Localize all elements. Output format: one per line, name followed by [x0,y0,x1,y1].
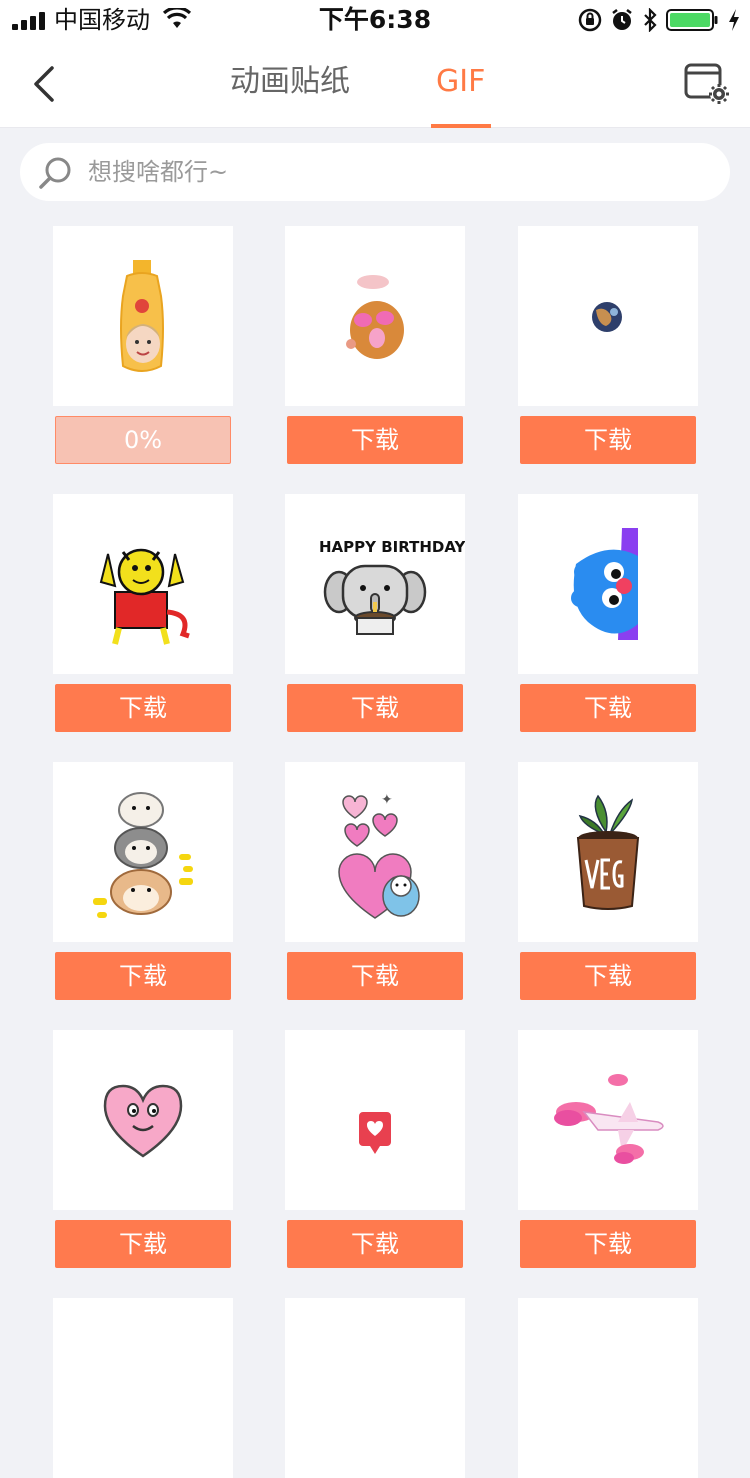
svg-text:HAPPY BIRTHDAY: HAPPY BIRTHDAY [319,538,465,556]
download-button[interactable]: 下载 [55,1220,231,1268]
svg-text:✦: ✦ [381,792,393,808]
sticker-card[interactable] [53,762,233,942]
red-devil-icon [99,548,190,645]
nav-bar: 动画贴纸 GIF [0,40,750,128]
vegan-plant-pot-icon [576,794,640,910]
download-button[interactable]: 下载 [287,952,463,1000]
bluetooth-icon [644,8,657,32]
sticker-card[interactable] [53,1030,233,1210]
sticker-card[interactable] [53,494,233,674]
small-planet-icon [592,302,622,332]
sticker-card[interactable]: HAPPY BIRTHDAY [285,494,465,674]
download-button[interactable]: 下载 [520,952,696,1000]
baby-shampoo-face-icon [120,260,164,372]
search-icon [39,157,71,189]
happy-birthday-elephant-icon: HAPPY BIRTHDAY [319,538,465,635]
active-tab-indicator [431,124,491,128]
stacked-dogs-icon [93,792,193,918]
sticker-card[interactable] [285,226,465,406]
blue-monster-icon [571,528,638,640]
download-button[interactable]: 下载 [55,684,231,732]
status-indicators [578,8,740,32]
download-button[interactable]: 下载 [287,416,463,464]
sticker-card[interactable] [285,1030,465,1210]
search-input[interactable]: 想搜啥都行~ [88,157,228,187]
pink-hearts-icon: ✦ [338,792,420,919]
search-bar[interactable]: 想搜啥都行~ [20,143,730,201]
back-arrow-icon[interactable] [30,64,60,104]
sticker-card[interactable] [518,494,698,674]
download-button[interactable]: 下载 [55,952,231,1000]
sticker-card[interactable] [53,1298,233,1478]
sticker-card[interactable] [518,1298,698,1478]
airplane-clouds-icon [554,1074,664,1164]
sticker-card[interactable] [53,226,233,406]
status-bar: 中国移动 下午6:38 [0,0,750,40]
sticker-card[interactable] [285,1298,465,1478]
download-progress-button[interactable]: 0% [55,416,231,464]
download-button[interactable]: 下载 [287,684,463,732]
tab-gif[interactable]: GIF [436,62,485,102]
sticker-card[interactable] [518,762,698,942]
sticker-card[interactable]: ✦ [285,762,465,942]
smiling-heart-icon [103,1084,183,1158]
pink-potato-icon [346,275,404,359]
battery-icon [666,9,718,31]
charging-icon [729,9,739,31]
sticker-settings-icon[interactable] [683,62,731,106]
download-button[interactable]: 下载 [287,1220,463,1268]
sticker-card[interactable] [518,226,698,406]
download-button[interactable]: 下载 [520,416,696,464]
download-button[interactable]: 下载 [520,684,696,732]
tab-animated-stickers[interactable]: 动画贴纸 [230,62,350,102]
download-button[interactable]: 下载 [520,1220,696,1268]
alarm-icon [612,9,632,30]
sticker-card[interactable] [518,1030,698,1210]
heart-pin-icon [359,1112,391,1154]
orientation-lock-icon [578,8,602,32]
